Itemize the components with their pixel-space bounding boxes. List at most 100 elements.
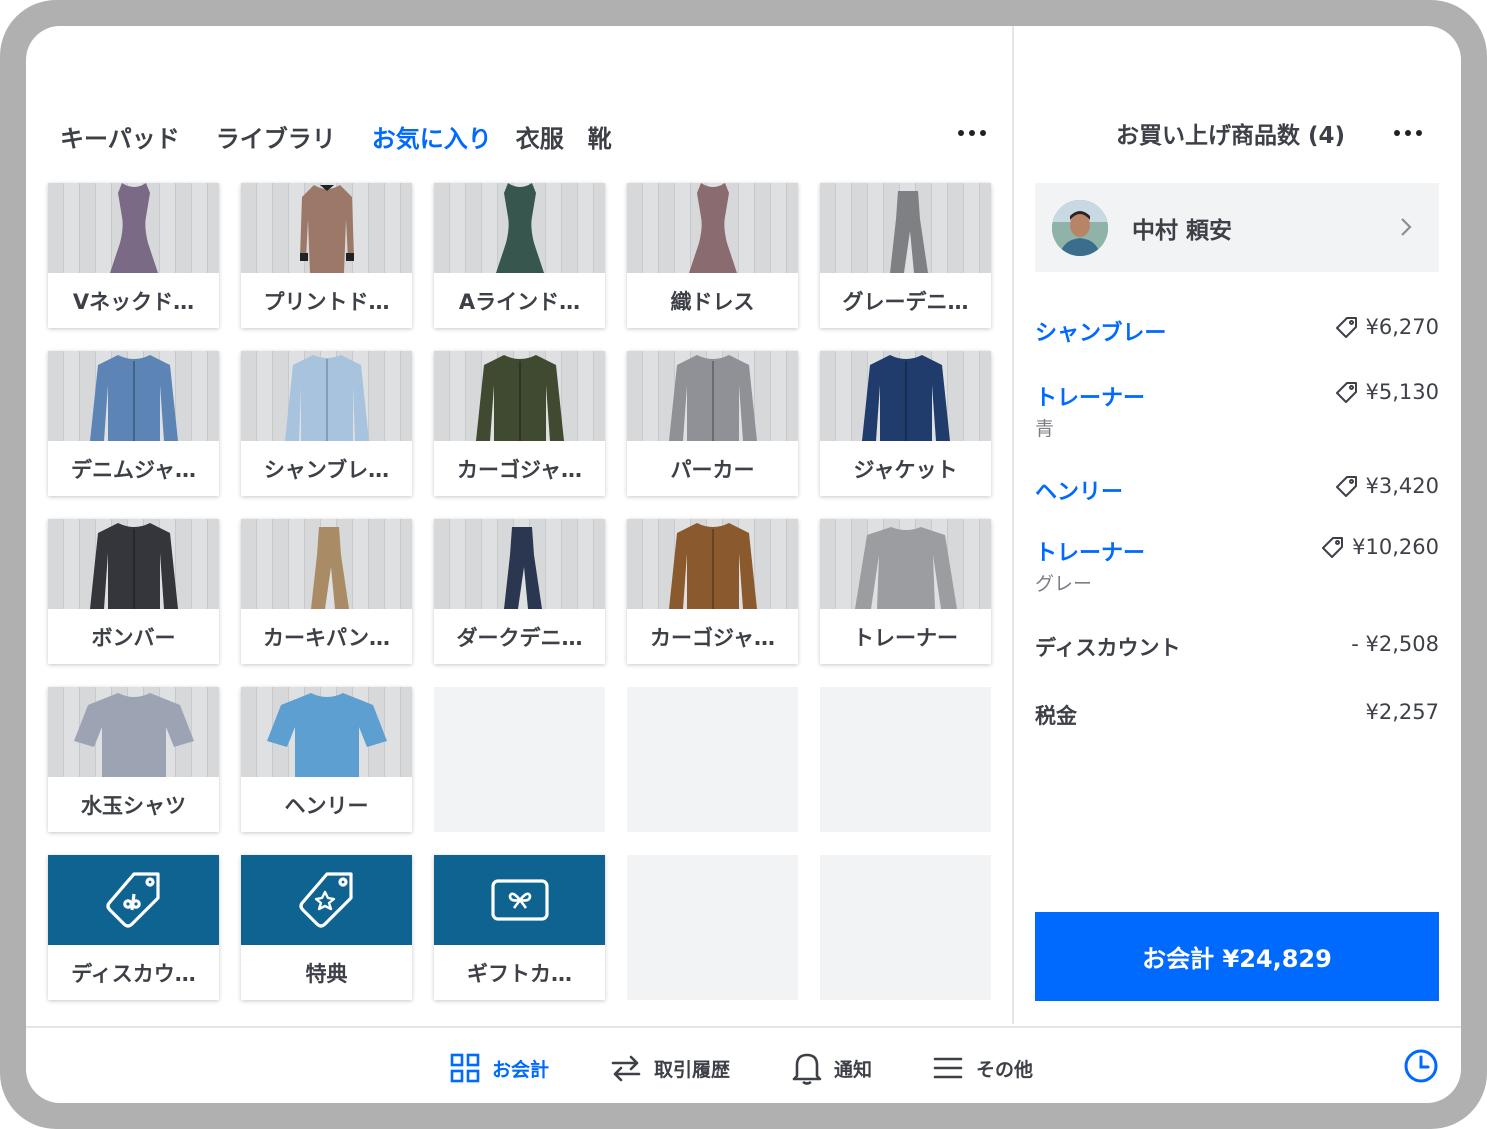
tax-value: ¥2,257 (1365, 700, 1439, 724)
line-item-price: ¥3,420 (1365, 474, 1439, 498)
action-tile[interactable]: 特典 (241, 855, 412, 1000)
item-photo (48, 351, 219, 441)
tabs-more-icon[interactable] (958, 130, 986, 136)
line-item-price: ¥5,130 (1365, 380, 1439, 404)
nav-transactions[interactable]: 取引履歴 (610, 1046, 730, 1090)
bell-icon (792, 1053, 822, 1085)
line-item-name: トレーナー (1035, 386, 1146, 411)
item-label: ヘンリー (284, 793, 369, 818)
tab-library[interactable]: ライブラリ (216, 119, 336, 154)
item-photo (241, 183, 412, 273)
grid-icon (450, 1053, 480, 1083)
nav-checkout[interactable]: お会計 (450, 1046, 549, 1090)
cart-line[interactable]: ヘンリー ¥3,420 (1035, 474, 1439, 534)
item-tile[interactable]: ジャケット (820, 351, 991, 496)
cart-line[interactable]: トレーナー 青 ¥5,130 (1035, 380, 1439, 440)
item-label: 織ドレス (670, 289, 755, 314)
nav-divider (26, 1026, 1461, 1028)
item-tile[interactable]: 水玉シャツ (48, 687, 219, 832)
line-item-variant: グレー (1035, 573, 1093, 595)
action-tile[interactable]: ギフトカ… (434, 855, 605, 1000)
item-tile[interactable]: 織ドレス (627, 183, 798, 328)
swap-arrows-icon (611, 1055, 641, 1082)
item-photo (434, 183, 605, 273)
action-label: ディスカウ… (71, 961, 196, 986)
discount-value: - ¥2,508 (1351, 632, 1439, 656)
item-label: カーキパン… (262, 625, 391, 650)
line-item-price: ¥6,270 (1365, 315, 1439, 339)
item-tile[interactable]: シャンブレ… (241, 351, 412, 496)
action-label: 特典 (305, 961, 348, 986)
cart-line[interactable]: シャンブレー ¥6,270 (1035, 315, 1439, 375)
tag-icon (1335, 317, 1357, 338)
nav-transactions-label: 取引履歴 (654, 1058, 731, 1081)
discount-tag-icon (48, 855, 219, 945)
tab-shoes[interactable]: 靴 (588, 119, 612, 154)
item-label: カーゴジャ… (650, 625, 775, 650)
item-tile[interactable]: ヘンリー (241, 687, 412, 832)
nav-notifications[interactable]: 通知 (792, 1046, 872, 1090)
item-label: 水玉シャツ (81, 793, 186, 818)
nav-more-label: その他 (976, 1058, 1034, 1081)
cart-more-icon[interactable] (1394, 130, 1422, 136)
item-photo (820, 519, 991, 609)
menu-icon (933, 1057, 963, 1079)
item-grid: Vネックド… プリントド… Aラインド… 織ドレス グレーデニ… デニムジャ… … (48, 183, 991, 1000)
empty-slot[interactable] (627, 687, 798, 832)
panel-divider (1012, 26, 1014, 1024)
item-label: ボンバー (91, 625, 176, 650)
line-item-price-wrap: ¥6,270 (1335, 315, 1439, 339)
customer-row[interactable]: 中村 頼安 (1035, 183, 1439, 272)
category-tabs: キーパッド ライブラリ お気に入り 衣服 靴 (60, 116, 648, 156)
item-tile[interactable]: カーキパン… (241, 519, 412, 664)
customer-name: 中村 頼安 (1132, 217, 1233, 244)
nav-checkout-label: お会計 (492, 1058, 550, 1081)
tab-clothing[interactable]: 衣服 (516, 119, 564, 154)
chevron-right-icon (1401, 218, 1412, 236)
action-tile[interactable]: ディスカウ… (48, 855, 219, 1000)
empty-slot[interactable] (627, 855, 798, 1000)
item-photo (820, 183, 991, 273)
item-tile[interactable]: プリントド… (241, 183, 412, 328)
item-tile[interactable]: カーゴジャ… (434, 351, 605, 496)
item-tile[interactable]: グレーデニ… (820, 183, 991, 328)
cart-title: お買い上げ商品数 (4) (1116, 123, 1346, 149)
gift-card-icon (434, 855, 605, 945)
item-label: Vネックド… (72, 289, 195, 314)
item-tile[interactable]: ダークデニ… (434, 519, 605, 664)
item-tile[interactable]: Vネックド… (48, 183, 219, 328)
discount-label: ディスカウント (1035, 636, 1181, 660)
item-photo (241, 519, 412, 609)
line-item-price-wrap: ¥10,260 (1322, 535, 1439, 559)
tab-favorites[interactable]: お気に入り (372, 119, 492, 154)
line-item-name: ヘンリー (1035, 480, 1124, 505)
item-label: トレーナー (853, 625, 958, 650)
star-tag-icon (241, 855, 412, 945)
item-tile[interactable]: カーゴジャ… (627, 519, 798, 664)
item-label: ダークデニ… (456, 625, 583, 650)
item-photo (48, 687, 219, 777)
line-item-price-wrap: ¥3,420 (1335, 474, 1439, 498)
item-photo (434, 351, 605, 441)
clock-icon[interactable] (1403, 1048, 1439, 1084)
item-photo (48, 519, 219, 609)
item-tile[interactable]: デニムジャ… (48, 351, 219, 496)
tab-keypad[interactable]: キーパッド (60, 119, 180, 154)
line-item-variant: 青 (1035, 418, 1055, 440)
checkout-button[interactable]: お会計 ¥24,829 (1035, 912, 1439, 1001)
item-photo (241, 351, 412, 441)
item-photo (627, 183, 798, 273)
item-photo (627, 351, 798, 441)
line-item-price: ¥10,260 (1352, 535, 1439, 559)
item-photo (241, 687, 412, 777)
empty-slot[interactable] (820, 687, 991, 832)
item-tile[interactable]: Aラインド… (434, 183, 605, 328)
item-tile[interactable]: ボンバー (48, 519, 219, 664)
nav-more[interactable]: その他 (932, 1046, 1033, 1090)
tag-icon (1335, 476, 1357, 497)
cart-line[interactable]: トレーナー グレー ¥10,260 (1035, 535, 1439, 595)
item-tile[interactable]: パーカー (627, 351, 798, 496)
empty-slot[interactable] (820, 855, 991, 1000)
empty-slot[interactable] (434, 687, 605, 832)
item-tile[interactable]: トレーナー (820, 519, 991, 664)
